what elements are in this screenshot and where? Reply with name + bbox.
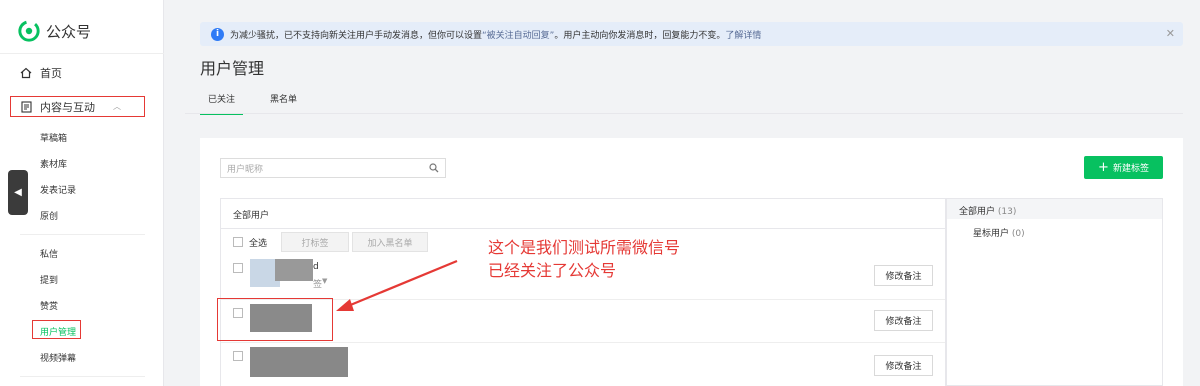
sidebar-item-original[interactable]: 原创: [40, 209, 58, 222]
search-input[interactable]: 用户昵称: [220, 158, 446, 178]
new-tag-button[interactable]: + 新建标签: [1084, 156, 1163, 179]
search-placeholder: 用户昵称: [227, 164, 264, 175]
row-checkbox[interactable]: [233, 263, 243, 273]
annotation-highlight-box: [32, 320, 81, 339]
nav-home[interactable]: 首页: [20, 65, 62, 81]
group-star-users[interactable]: 星标用户 (0): [973, 226, 1025, 239]
tab-blacklist[interactable]: 黑名单: [270, 92, 297, 105]
nav-home-label: 首页: [40, 67, 62, 80]
chevron-up-icon: ︿: [113, 102, 121, 111]
sidebar-item-mentions[interactable]: 提到: [40, 273, 58, 286]
user-name-fragment: d: [313, 262, 319, 272]
tab-divider: [185, 113, 1183, 114]
group-star-count: (0): [1011, 229, 1025, 239]
user-tag-fragment: 签: [313, 280, 323, 290]
group-all-label: 全部用户: [959, 207, 996, 217]
sidebar-item-messages[interactable]: 私信: [40, 247, 58, 260]
info-icon: i: [211, 27, 224, 41]
select-all-label: 全选: [249, 239, 268, 249]
notice-text: 为减少骚扰，已不支持向新关注用户手动发消息，但你可以设置: [230, 30, 483, 41]
annotation-line-1: 这个是我们测试所需微信号: [488, 238, 681, 257]
close-icon[interactable]: ✕: [1166, 27, 1175, 40]
list-title: 全部用户: [233, 211, 270, 221]
tab-followed[interactable]: 已关注: [200, 92, 243, 115]
sidebar-item-video-danmaku[interactable]: 视频弹幕: [40, 351, 76, 364]
privacy-mask: [275, 259, 313, 281]
auto-reply-link[interactable]: “被关注自动回复”: [482, 28, 554, 41]
annotation-text: 这个是我们测试所需微信号 已经关注了公众号: [488, 236, 680, 282]
edit-remark-button[interactable]: 修改备注: [874, 310, 933, 331]
main-panel: 用户昵称 + 新建标签 全部用户 全选 打标签 加入黑名单 d 签 ▼ 修改备注: [200, 138, 1183, 386]
divider: [0, 53, 164, 54]
page-title: 用户管理: [200, 59, 265, 78]
document-icon: [21, 100, 32, 113]
home-icon: [20, 67, 32, 79]
select-all-checkbox[interactable]: [233, 237, 243, 247]
wechat-official-logo-icon: [18, 20, 40, 42]
caret-down-icon[interactable]: ▼: [322, 277, 327, 285]
divider: [20, 376, 145, 377]
new-tag-label: 新建标签: [1112, 164, 1149, 174]
tag-group-panel: 全部用户 (13) 星标用户 (0): [946, 198, 1163, 386]
notice-text-after: 。用户主动向你发消息时，回复能力不变。: [554, 30, 726, 41]
table-row: 修改备注: [221, 343, 945, 386]
learn-more-link[interactable]: 了解详情: [725, 28, 761, 41]
sidebar-item-drafts[interactable]: 草稿箱: [40, 131, 67, 144]
group-star-label: 星标用户: [973, 229, 1010, 239]
sidebar-collapse-handle[interactable]: ◀: [8, 170, 28, 215]
edit-remark-button[interactable]: 修改备注: [874, 265, 933, 286]
tag-button[interactable]: 打标签: [281, 232, 349, 252]
group-all-count: (13): [997, 207, 1017, 217]
annotation-highlight-box: [217, 298, 333, 341]
group-all-users[interactable]: 全部用户 (13): [947, 199, 1162, 219]
list-header: 全部用户: [221, 199, 945, 229]
privacy-mask: [250, 347, 348, 377]
plus-icon: +: [1098, 160, 1109, 175]
sidebar-item-materials[interactable]: 素材库: [40, 157, 67, 170]
app-name: 公众号: [46, 22, 92, 41]
edit-remark-button[interactable]: 修改备注: [874, 355, 933, 376]
sidebar-item-rewards[interactable]: 赞赏: [40, 299, 58, 312]
add-to-blacklist-button[interactable]: 加入黑名单: [352, 232, 428, 252]
notice-banner: i 为减少骚扰，已不支持向新关注用户手动发消息，但你可以设置 “被关注自动回复”…: [200, 22, 1183, 46]
app-logo[interactable]: 公众号: [18, 20, 91, 42]
nav-content-label: 内容与互动: [40, 100, 95, 114]
nav-content-group[interactable]: 内容与互动 ︿: [10, 96, 145, 117]
annotation-line-2: 已经关注了公众号: [488, 261, 617, 280]
search-icon[interactable]: [429, 163, 439, 173]
user-list: 全部用户 全选 打标签 加入黑名单 d 签 ▼ 修改备注 修改备注 修改备注: [220, 198, 946, 386]
divider: [20, 234, 145, 235]
sidebar-item-publish-history[interactable]: 发表记录: [40, 183, 76, 196]
row-checkbox[interactable]: [233, 351, 243, 361]
caret-left-icon: ◀: [14, 187, 22, 198]
